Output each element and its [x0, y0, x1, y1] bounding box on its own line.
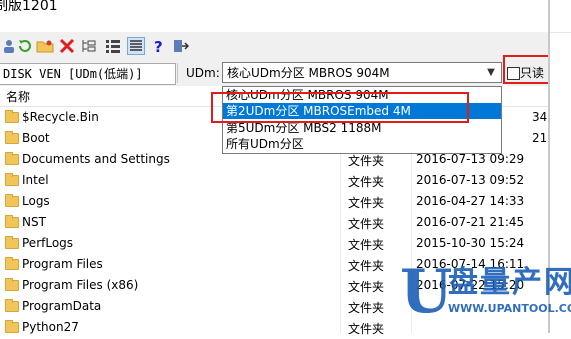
table-row[interactable]: NST 文件夹 2016-07-21 21:45 [0, 213, 548, 234]
table-row[interactable]: Logs 文件夹 2016-04-27 14:33 [0, 192, 548, 213]
row-type: 文件夹 [348, 154, 385, 168]
toolbar-separator [177, 63, 178, 83]
folder-icon [5, 299, 19, 312]
row-modified: 2016-07-13 09:52 [416, 173, 525, 187]
chevron-down-icon[interactable]: ▼ [484, 65, 498, 81]
udm-selected-value: 核心UDm分区 MBROS 904M [227, 66, 390, 80]
row-type: 文件夹 [348, 259, 385, 273]
row-modified: 2016-04-27 14:33 [416, 194, 525, 208]
annotation-highlight-box [211, 92, 469, 123]
row-name: NST [22, 215, 46, 229]
folder-icon [5, 320, 19, 333]
row-name: Boot [22, 131, 50, 145]
row-type: 文件夹 [348, 322, 385, 336]
row-modified: 2015-10-30 15:24 [416, 236, 525, 250]
row-type: 文件夹 [348, 280, 385, 294]
folder-icon [5, 278, 19, 291]
row-name: $Recycle.Bin [22, 110, 99, 124]
help-icon[interactable]: ? [150, 37, 168, 55]
row-modified: 21 [532, 131, 548, 145]
delete-x-icon[interactable] [58, 37, 76, 55]
row-name: Logs [22, 194, 50, 208]
folder-icon [5, 173, 19, 186]
path-bar: DISK VEN [UDm(低端)] UDm: 核心UDm分区 MBROS 90… [0, 60, 548, 86]
toolbar: ? [0, 32, 548, 61]
row-name: Python27 [22, 320, 79, 334]
folder-icon [5, 215, 19, 228]
table-row[interactable]: PerfLogs 文件夹 2015-10-30 15:24 [0, 234, 548, 255]
row-name: Documents and Settings [22, 152, 170, 166]
row-type: 文件夹 [348, 301, 385, 315]
table-row[interactable]: Intel 文件夹 2016-07-13 09:52 [0, 171, 548, 192]
row-name: PerfLogs [22, 236, 74, 250]
dropdown-option[interactable]: 所有UDm分区 [223, 136, 501, 152]
title-bar: 制版1201 [0, 0, 571, 33]
table-row[interactable]: Python27 文件夹 [0, 318, 548, 339]
open-folder-icon[interactable] [36, 37, 54, 55]
annotation-highlight-box [503, 55, 550, 84]
folder-icon [5, 152, 19, 165]
list-icon[interactable] [104, 37, 122, 55]
folder-icon [5, 194, 19, 207]
exit-icon[interactable] [172, 37, 190, 55]
row-name: Program Files [22, 257, 103, 271]
svg-text:?: ? [154, 38, 163, 54]
watermark-brand: 盘量产网 [448, 265, 571, 300]
row-type: 文件夹 [348, 217, 385, 231]
refresh-icon[interactable] [16, 37, 34, 55]
udm-label: UDm: [186, 66, 220, 80]
watermark-url: WWW.UPANTOOL.COM [448, 302, 571, 315]
row-modified: 34 [532, 110, 548, 124]
row-type: 文件夹 [348, 175, 385, 189]
details-icon[interactable] [127, 37, 145, 55]
folder-icon [5, 110, 19, 123]
disk-select[interactable]: DISK VEN [UDm(低端)] [0, 63, 176, 85]
row-type: 文件夹 [348, 196, 385, 210]
watermark-logo: U [400, 257, 453, 327]
folder-icon [5, 257, 19, 270]
row-modified: 2016-07-21 21:45 [416, 215, 525, 229]
udm-partition-select[interactable]: 核心UDm分区 MBROS 904M ▼ [222, 62, 502, 83]
folder-icon [5, 131, 19, 144]
tree-icon[interactable] [80, 37, 98, 55]
window-title: 制版1201 [0, 0, 58, 14]
row-name: Program Files (x86) [22, 278, 139, 292]
folder-icon [5, 236, 19, 249]
row-modified: 2016-07-13 09:29 [416, 152, 525, 166]
row-name: ProgramData [22, 299, 102, 313]
row-type: 文件夹 [348, 238, 385, 252]
row-name: Intel [22, 173, 49, 187]
column-header-name[interactable]: 名称 [6, 88, 30, 105]
